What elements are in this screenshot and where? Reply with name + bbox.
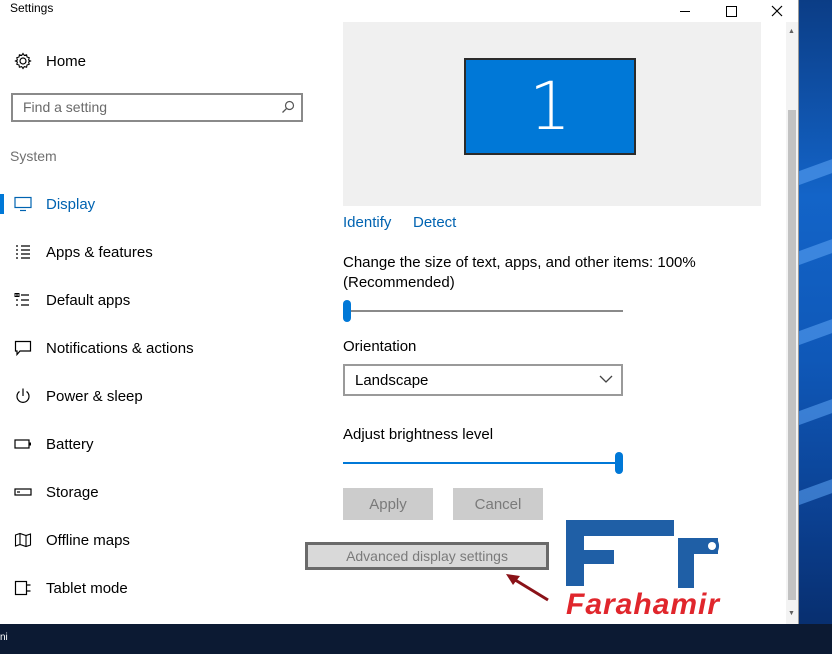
sidebar-item-label: Battery: [46, 435, 94, 453]
home-label: Home: [46, 52, 87, 70]
sidebar: Home Find a setting System Display Apps …: [0, 22, 320, 624]
sidebar-item-battery[interactable]: Battery: [0, 424, 320, 464]
close-icon: [771, 5, 783, 17]
storage-icon: [14, 488, 32, 496]
scrollbar-thumb[interactable]: [788, 110, 796, 600]
home-link[interactable]: Home: [14, 52, 86, 70]
scale-label-line-2: (Recommended): [343, 274, 455, 291]
tablet-icon: [14, 580, 31, 596]
detect-link[interactable]: Detect: [413, 214, 456, 231]
search-icon: [282, 100, 295, 113]
brightness-slider-thumb[interactable]: [615, 452, 623, 474]
monitor-1[interactable]: 1: [464, 58, 636, 155]
taskbar[interactable]: ni: [0, 624, 832, 654]
list-icon: [16, 245, 30, 259]
identify-link[interactable]: Identify: [343, 214, 391, 231]
sidebar-item-label: Display: [46, 195, 96, 213]
power-icon: [16, 388, 30, 403]
sidebar-item-apps-features[interactable]: Apps & features: [0, 232, 320, 272]
map-icon: [14, 532, 32, 548]
scale-label: Change the size of text, apps, and other…: [343, 253, 696, 293]
sidebar-item-label: Power & sleep: [46, 387, 143, 405]
maximize-icon: [725, 5, 737, 17]
window-title: Settings: [10, 1, 54, 15]
default-apps-icon: [14, 293, 29, 306]
scale-label-line-1: Change the size of text, apps, and other…: [343, 254, 696, 271]
active-indicator: [0, 194, 4, 214]
sidebar-item-power-sleep[interactable]: Power & sleep: [0, 376, 320, 416]
maximize-button[interactable]: [708, 0, 754, 22]
display-preview: 1: [343, 22, 761, 206]
search-input[interactable]: Find a setting: [11, 93, 303, 122]
title-bar[interactable]: Settings: [0, 0, 798, 22]
sidebar-item-storage[interactable]: Storage: [0, 472, 320, 512]
sidebar-item-label: Apps & features: [46, 243, 153, 261]
brightness-slider-fill: [343, 462, 615, 464]
sidebar-item-tablet-mode[interactable]: Tablet mode: [0, 568, 320, 608]
sidebar-item-label: Offline maps: [46, 531, 130, 549]
sidebar-item-notifications[interactable]: Notifications & actions: [0, 328, 320, 368]
pointer-arrow-icon: [506, 574, 549, 602]
scale-slider-track[interactable]: [343, 310, 623, 312]
minimize-icon: [680, 10, 690, 12]
advanced-display-settings-link[interactable]: Advanced display settings: [305, 542, 549, 570]
sidebar-item-default-apps[interactable]: Default apps: [0, 280, 320, 320]
apply-button[interactable]: Apply: [343, 488, 433, 520]
sidebar-item-display[interactable]: Display: [0, 184, 320, 224]
display-icon: [14, 196, 32, 212]
sidebar-item-label: Notifications & actions: [46, 339, 194, 357]
scroll-down-icon[interactable]: ▼: [788, 610, 795, 617]
taskbar-text: ni: [0, 632, 8, 643]
battery-icon: [14, 439, 31, 449]
chevron-down-icon: [599, 375, 613, 383]
scroll-up-icon[interactable]: ▲: [788, 28, 795, 35]
close-button[interactable]: [754, 0, 800, 22]
notification-icon: [14, 340, 32, 356]
orientation-dropdown[interactable]: Landscape: [343, 364, 623, 396]
scrollbar[interactable]: ▲ ▼: [786, 22, 798, 624]
brightness-label: Adjust brightness level: [343, 426, 494, 443]
search-placeholder: Find a setting: [23, 99, 108, 115]
monitor-number: 1: [529, 68, 571, 145]
sidebar-item-offline-maps[interactable]: Offline maps: [0, 520, 320, 560]
minimize-button[interactable]: [662, 0, 708, 22]
watermark-logo: Farahamir: [566, 518, 786, 621]
sidebar-item-label: Tablet mode: [46, 579, 128, 597]
sidebar-item-label: Default apps: [46, 291, 131, 309]
scale-slider-thumb[interactable]: [343, 300, 351, 322]
orientation-label: Orientation: [343, 338, 417, 355]
section-label: System: [10, 148, 57, 164]
cancel-button[interactable]: Cancel: [453, 488, 543, 520]
orientation-value: Landscape: [355, 372, 429, 389]
desktop-background: [772, 0, 832, 654]
gear-icon: [14, 52, 32, 70]
sidebar-item-label: Storage: [46, 483, 99, 501]
watermark-text: Farahamir: [566, 588, 721, 621]
